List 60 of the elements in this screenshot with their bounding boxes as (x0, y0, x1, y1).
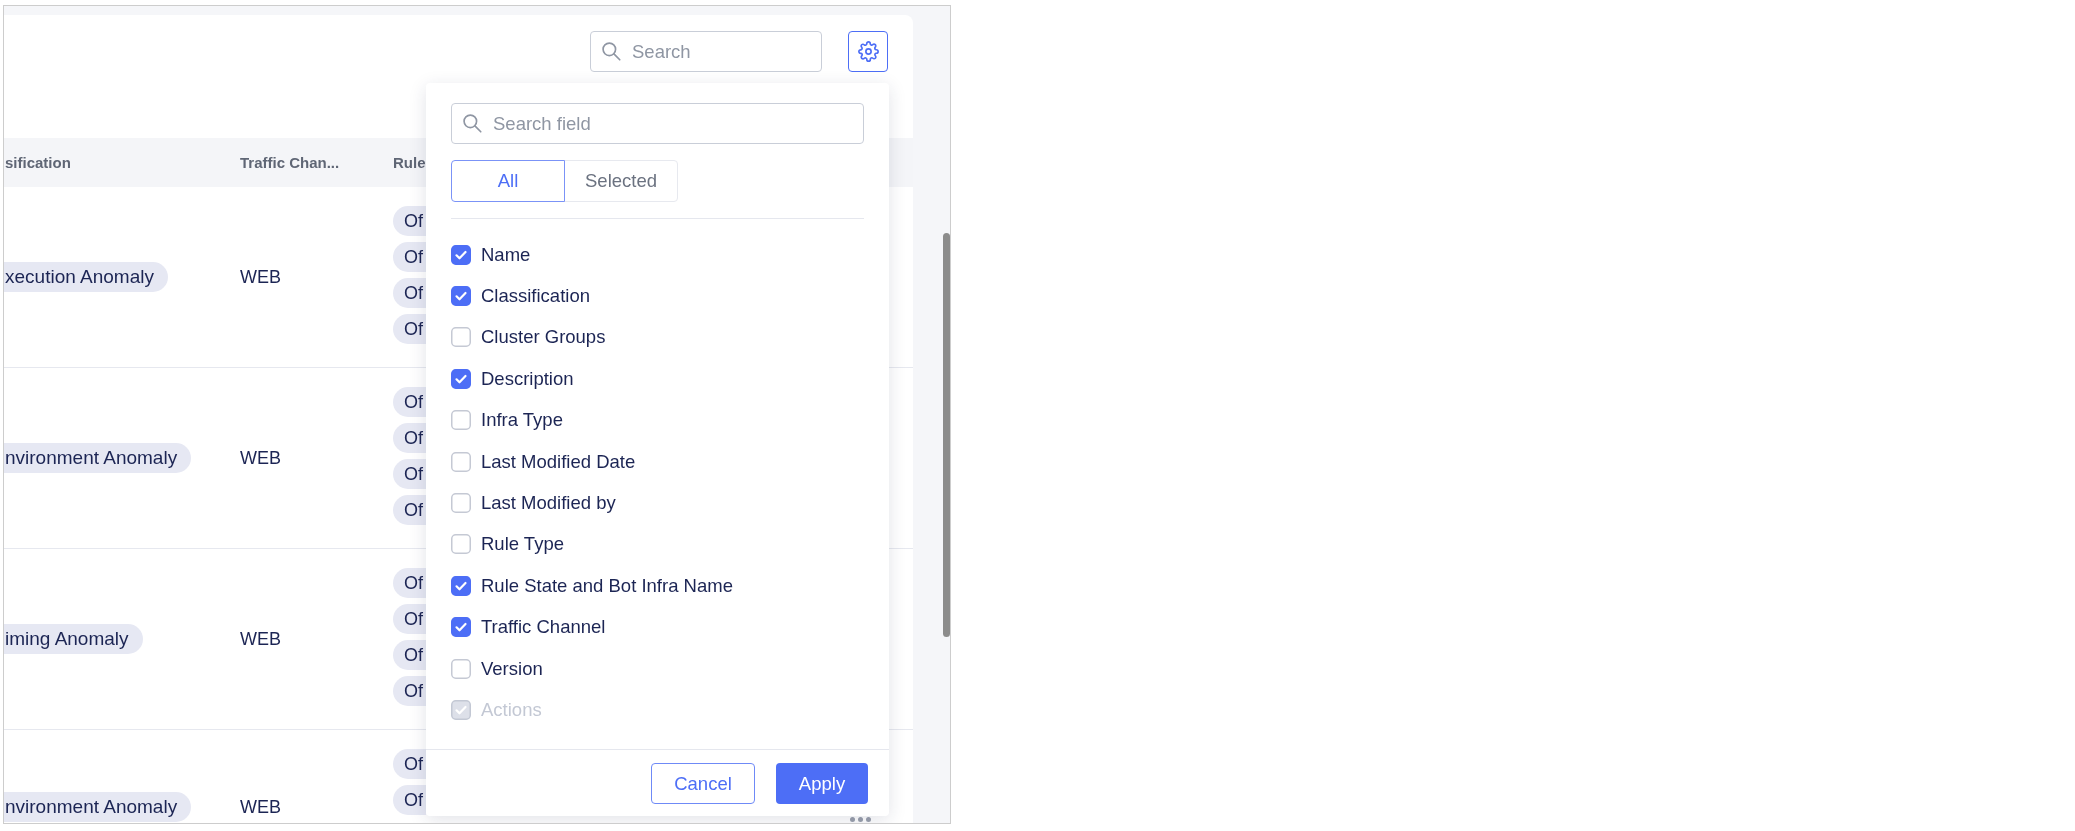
checkbox[interactable] (451, 575, 471, 596)
filter-tab[interactable]: Selected (564, 160, 678, 202)
table-cell-text: WEB (240, 447, 281, 470)
status-tag: Of (393, 387, 426, 417)
status-tag: Of (393, 676, 426, 706)
status-tag: Of (393, 242, 426, 272)
checkbox[interactable] (451, 451, 471, 472)
search-icon (601, 41, 621, 61)
status-tag: Of (393, 423, 426, 453)
checkbox[interactable] (451, 327, 471, 348)
category-tag: nvironment Anomaly (4, 792, 192, 822)
status-tag: Of (393, 785, 426, 815)
settings-icon (857, 41, 879, 62)
search-field[interactable]: Search (590, 31, 822, 72)
settings-button[interactable] (848, 31, 888, 72)
checkbox[interactable] (451, 534, 471, 555)
checkbox-label: Version (481, 657, 543, 680)
checkbox-label: Traffic Channel (481, 616, 606, 639)
status-tag: Of (393, 749, 426, 779)
column-header[interactable]: sification (4, 154, 71, 171)
checkbox[interactable] (451, 368, 471, 389)
checkbox-label: Classification (481, 285, 590, 308)
apply-button[interactable]: Apply (776, 763, 868, 804)
checkbox-label: Name (481, 243, 531, 266)
checkbox[interactable] (451, 244, 471, 265)
status-tag: Of (393, 604, 426, 634)
status-tag: Of (393, 640, 426, 670)
checkbox-label: Rule Type (481, 533, 564, 556)
table-cell-text: WEB (240, 266, 281, 289)
search-field[interactable]: Search field (451, 103, 864, 144)
column-header[interactable]: Rule (393, 154, 426, 171)
status-tag: Of (393, 459, 426, 489)
column-header[interactable]: Traffic Chan... (240, 154, 340, 171)
status-tag: Of (393, 495, 426, 525)
checkbox[interactable] (451, 286, 471, 307)
checkbox-label: Last Modified Date (481, 450, 636, 473)
checkbox-label: Infra Type (481, 409, 563, 432)
status-tag: Of (393, 314, 426, 344)
category-tag: xecution Anomaly (4, 262, 168, 292)
scrollbar-thumb[interactable] (943, 233, 950, 637)
checkbox-label: Rule State and Bot Infra Name (481, 574, 733, 597)
status-tag: Of (393, 278, 426, 308)
checkbox[interactable] (451, 410, 471, 431)
checkbox-label: Cluster Groups (481, 326, 606, 349)
checkbox[interactable] (451, 617, 471, 638)
cancel-button[interactable]: Cancel (651, 763, 755, 804)
checkbox-label: Last Modified by (481, 492, 616, 515)
status-tag: Of (393, 206, 426, 236)
category-tag: nvironment Anomaly (4, 443, 192, 473)
more-icon[interactable] (849, 817, 871, 822)
search-icon (462, 113, 482, 133)
status-tag: Of (393, 568, 426, 598)
checkbox[interactable] (451, 493, 471, 514)
checkbox-label: Actions (481, 699, 542, 721)
checkbox-label: Description (481, 367, 574, 390)
checkbox[interactable] (451, 658, 471, 679)
category-tag: iming Anomaly (4, 624, 143, 654)
table-cell-text: WEB (240, 628, 281, 651)
table-cell-text: WEB (240, 796, 281, 819)
filter-tab[interactable]: All (451, 160, 565, 202)
